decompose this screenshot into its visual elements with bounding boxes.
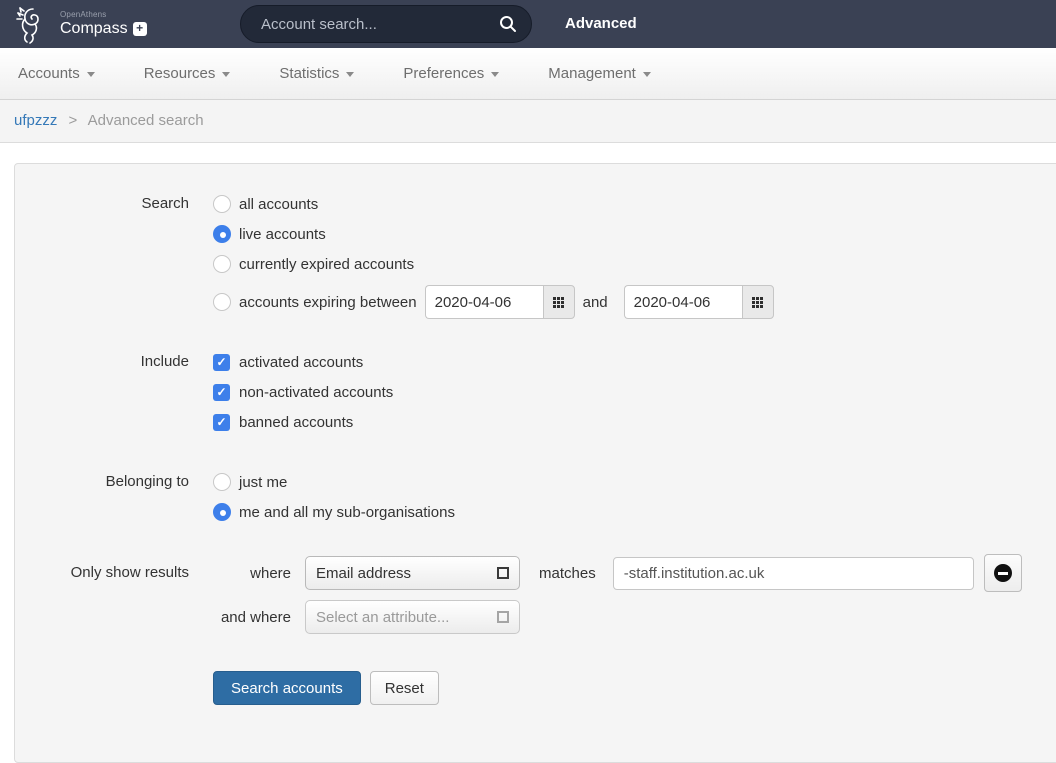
- attribute-select-placeholder: Select an attribute...: [316, 609, 497, 626]
- openathens-owl-logo-icon: [12, 3, 52, 45]
- brand-openathens-label: OpenAthens: [60, 11, 147, 19]
- breadcrumb-current-page: Advanced search: [88, 112, 204, 129]
- radio-label: live accounts: [239, 226, 326, 243]
- top-navbar: OpenAthens Compass + Advanced: [0, 0, 1056, 48]
- account-search-box[interactable]: [240, 5, 532, 43]
- chevron-down-icon: [346, 72, 354, 77]
- include-section: Include ✓ activated accounts ✓ non-activ…: [15, 347, 1056, 437]
- filters-section-label: Only show results: [15, 553, 213, 641]
- date-to-input[interactable]: [624, 285, 742, 319]
- plus-badge-icon: +: [133, 22, 147, 36]
- brand[interactable]: OpenAthens Compass +: [12, 3, 147, 45]
- belonging-section: Belonging to just me me and all my sub-o…: [15, 467, 1056, 527]
- filter-prefix-label: where: [213, 565, 291, 582]
- radio-icon[interactable]: [213, 255, 231, 273]
- checkbox-option-non-activated[interactable]: ✓ non-activated accounts: [213, 377, 393, 407]
- radio-option-just-me[interactable]: just me: [213, 467, 455, 497]
- checkbox-checked-icon[interactable]: ✓: [213, 384, 230, 401]
- search-section-label: Search: [15, 189, 213, 321]
- menu-item-management[interactable]: Management: [548, 65, 651, 82]
- calendar-grid-icon: [752, 297, 763, 308]
- advanced-search-panel: Search all accounts live accounts curren…: [14, 163, 1056, 763]
- search-icon[interactable]: [499, 15, 517, 33]
- attribute-select[interactable]: Email address: [305, 556, 520, 590]
- advanced-search-link[interactable]: Advanced: [565, 0, 637, 48]
- checkbox-checked-icon[interactable]: ✓: [213, 354, 230, 371]
- search-section: Search all accounts live accounts curren…: [15, 189, 1056, 321]
- menu-item-label: Management: [548, 65, 636, 82]
- brand-text: OpenAthens Compass +: [60, 11, 147, 37]
- checkbox-label: banned accounts: [239, 414, 353, 431]
- radio-icon[interactable]: [213, 293, 231, 311]
- menu-item-resources[interactable]: Resources: [144, 65, 231, 82]
- missing-glyph-icon: [497, 567, 509, 579]
- form-actions: Search accounts Reset: [213, 671, 1056, 705]
- checkbox-label: activated accounts: [239, 354, 363, 371]
- belonging-section-label: Belonging to: [15, 467, 213, 527]
- filter-prefix-label: and where: [213, 609, 291, 626]
- chevron-down-icon: [491, 72, 499, 77]
- filter-row-2: and where Select an attribute...: [213, 597, 1022, 637]
- radio-option-all-accounts[interactable]: all accounts: [213, 189, 774, 219]
- radio-icon[interactable]: [213, 473, 231, 491]
- date-to-picker-button[interactable]: [742, 285, 774, 319]
- checkbox-option-activated[interactable]: ✓ activated accounts: [213, 347, 393, 377]
- chevron-down-icon: [643, 72, 651, 77]
- filters-section: Only show results where Email address ma…: [15, 553, 1056, 641]
- attribute-select-empty[interactable]: Select an attribute...: [305, 600, 520, 634]
- calendar-grid-icon: [553, 297, 564, 308]
- filter-rows: where Email address matches and where Se…: [213, 553, 1022, 641]
- radio-icon-selected[interactable]: [213, 503, 231, 521]
- menu-item-preferences[interactable]: Preferences: [403, 65, 499, 82]
- breadcrumb-org-link[interactable]: ufpzzz: [14, 112, 57, 129]
- belonging-options: just me me and all my sub-organisations: [213, 467, 455, 527]
- radio-label: accounts expiring between: [239, 294, 417, 311]
- filter-value-input[interactable]: [613, 557, 974, 590]
- radio-label: all accounts: [239, 196, 318, 213]
- radio-option-me-and-sub-orgs[interactable]: me and all my sub-organisations: [213, 497, 455, 527]
- date-to-group: [624, 285, 774, 319]
- radio-icon-selected[interactable]: [213, 225, 231, 243]
- date-from-input[interactable]: [425, 285, 543, 319]
- breadcrumb: ufpzzz > Advanced search: [0, 100, 1056, 143]
- include-section-label: Include: [15, 347, 213, 437]
- menu-item-label: Statistics: [279, 65, 339, 82]
- radio-option-live-accounts[interactable]: live accounts: [213, 219, 774, 249]
- reset-button[interactable]: Reset: [370, 671, 439, 705]
- radio-label: me and all my sub-organisations: [239, 504, 455, 521]
- menu-item-label: Accounts: [18, 65, 80, 82]
- radio-icon[interactable]: [213, 195, 231, 213]
- missing-glyph-icon: [497, 611, 509, 623]
- filter-operator-label: matches: [539, 565, 596, 582]
- remove-filter-button[interactable]: [984, 554, 1022, 592]
- date-from-group: [425, 285, 575, 319]
- brand-compass-label: Compass: [60, 21, 128, 37]
- chevron-down-icon: [222, 72, 230, 77]
- radio-option-expired-accounts[interactable]: currently expired accounts: [213, 249, 774, 279]
- date-from-picker-button[interactable]: [543, 285, 575, 319]
- menu-item-label: Preferences: [403, 65, 484, 82]
- breadcrumb-separator: >: [69, 112, 78, 129]
- checkbox-checked-icon[interactable]: ✓: [213, 414, 230, 431]
- chevron-down-icon: [87, 72, 95, 77]
- search-options: all accounts live accounts currently exp…: [213, 189, 774, 321]
- attribute-select-value: Email address: [316, 565, 497, 582]
- menu-item-statistics[interactable]: Statistics: [279, 65, 354, 82]
- minus-circle-icon: [994, 564, 1012, 582]
- checkbox-label: non-activated accounts: [239, 384, 393, 401]
- include-options: ✓ activated accounts ✓ non-activated acc…: [213, 347, 393, 437]
- menu-item-accounts[interactable]: Accounts: [18, 65, 95, 82]
- main-menu: Accounts Resources Statistics Preference…: [0, 48, 1056, 100]
- filter-row-1: where Email address matches: [213, 553, 1022, 593]
- search-accounts-button[interactable]: Search accounts: [213, 671, 361, 705]
- account-search-input[interactable]: [261, 16, 499, 33]
- radio-label: currently expired accounts: [239, 256, 414, 273]
- checkbox-option-banned[interactable]: ✓ banned accounts: [213, 407, 393, 437]
- menu-item-label: Resources: [144, 65, 216, 82]
- radio-label: just me: [239, 474, 287, 491]
- radio-option-expiring-between: accounts expiring between and: [213, 283, 774, 321]
- date-range-and-label: and: [583, 294, 608, 311]
